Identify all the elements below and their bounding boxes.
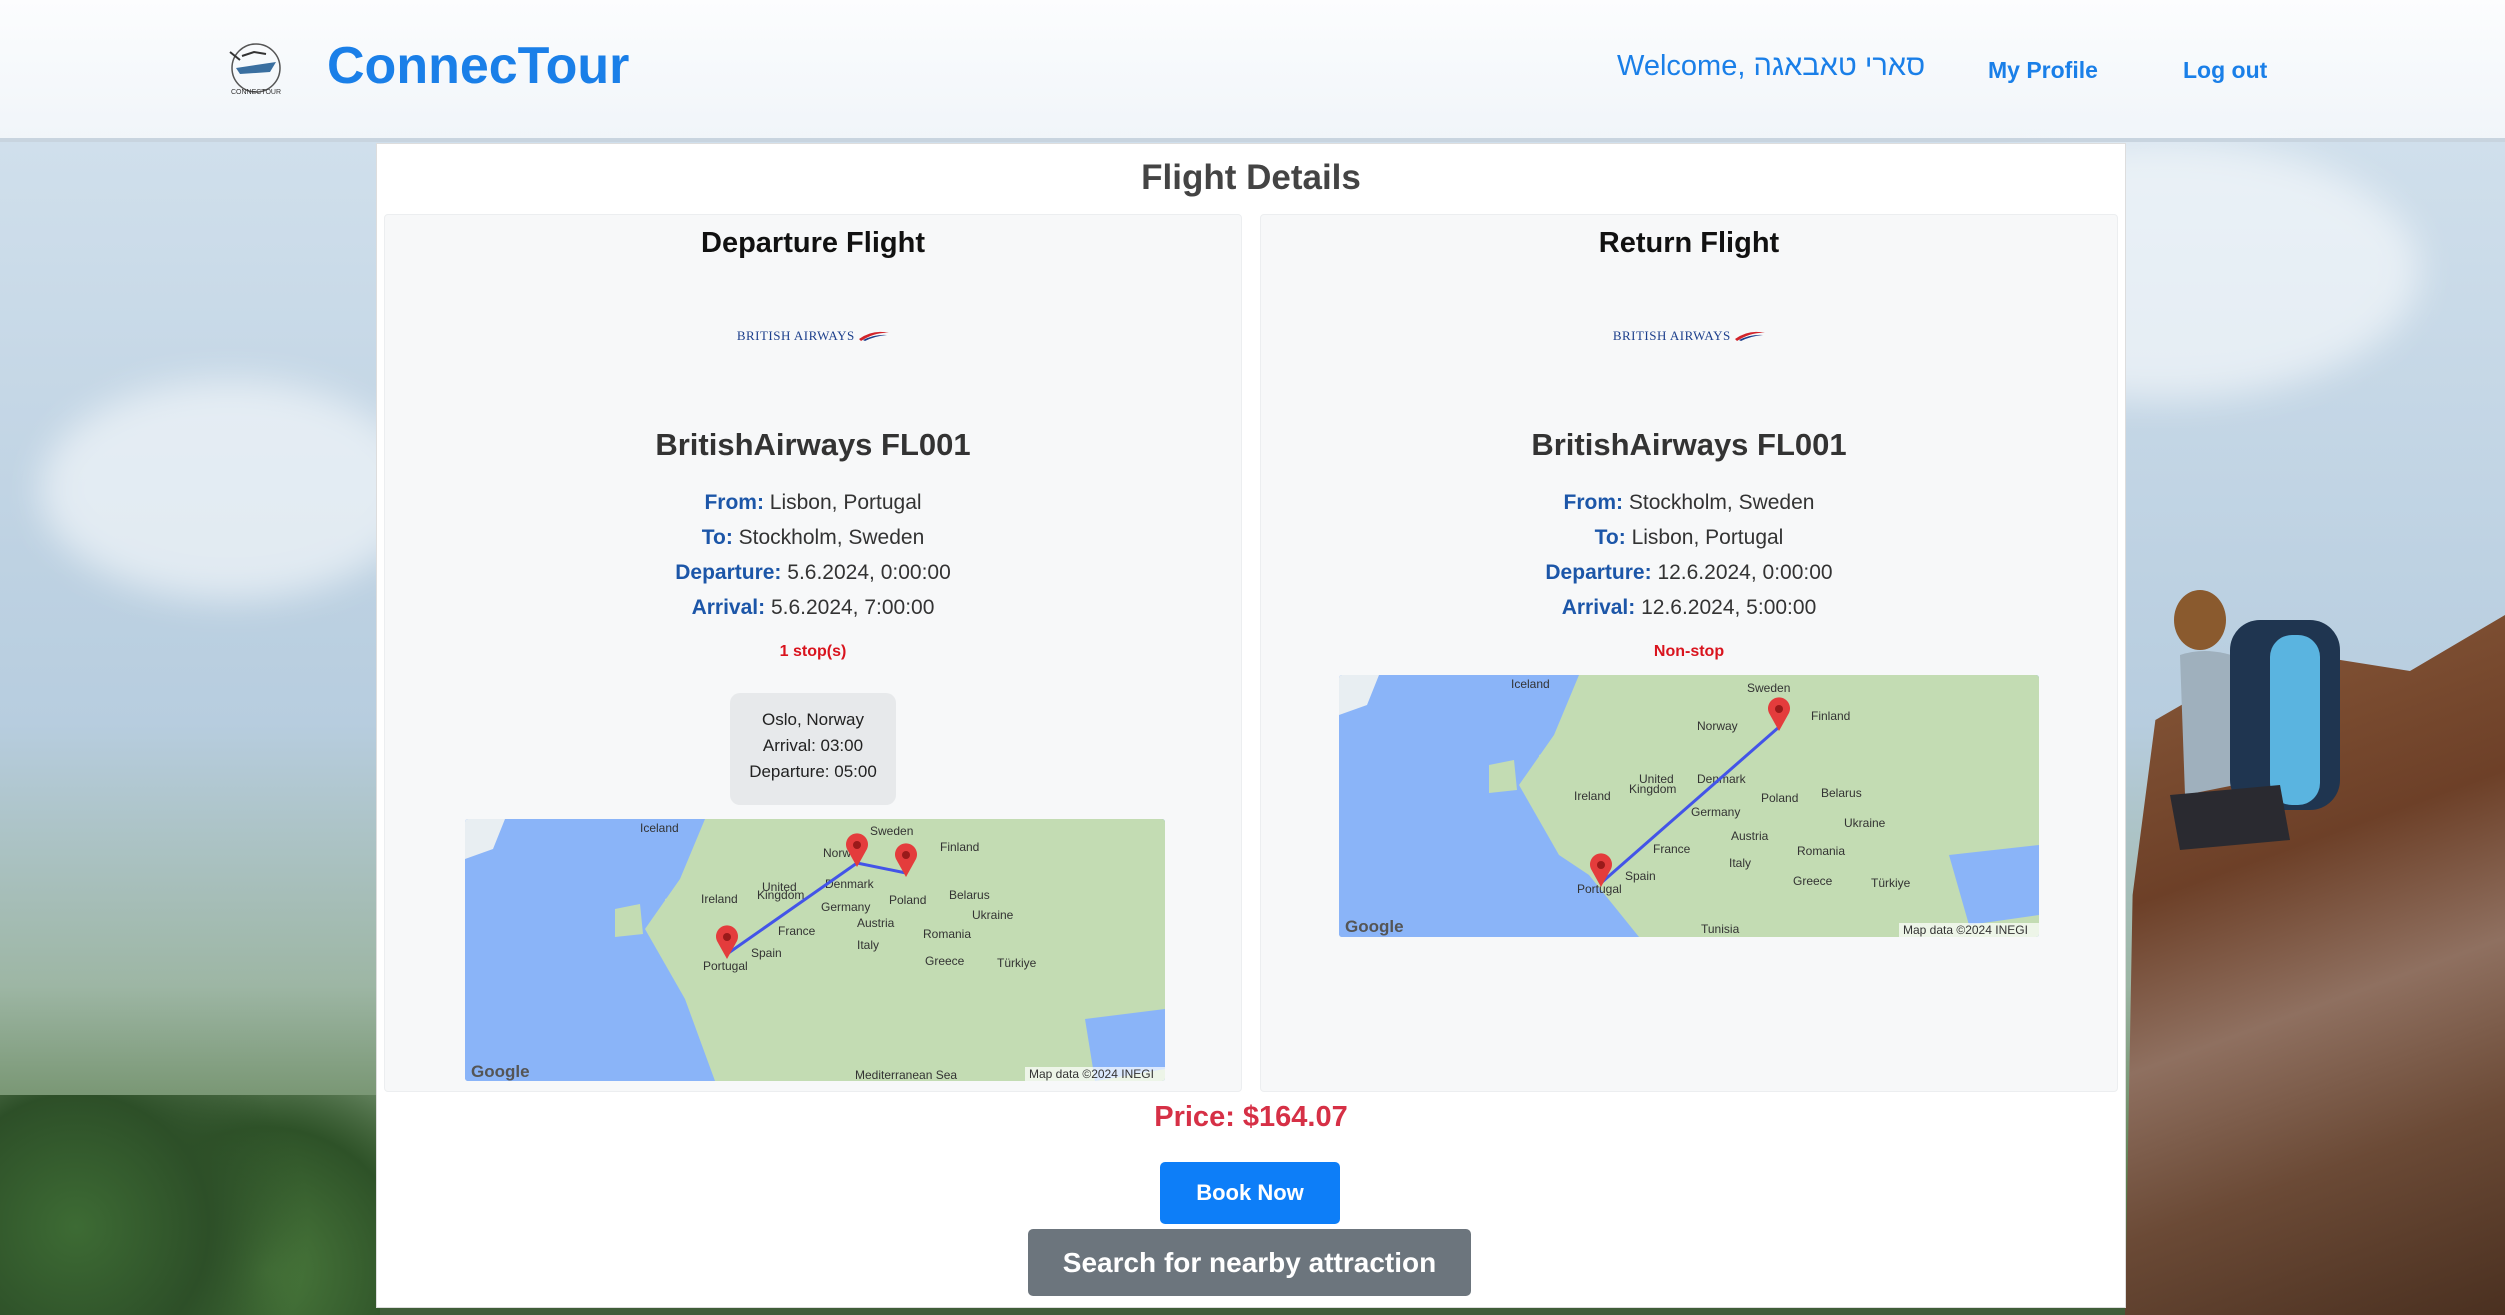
hiker-illustration [2170,590,2340,850]
from-value: Stockholm, Sweden [1628,491,1815,514]
return-flight-card: Return Flight BRITISH AIRWAYS BritishAir… [1260,214,2118,1092]
stops-count: 1 stop(s) [779,643,847,660]
arrival-value: 12.6.2024, 5:00:00 [1641,596,1817,619]
svg-text:CONNECTOUR: CONNECTOUR [231,89,281,96]
departure-route-map[interactable]: Iceland Sweden Finland Norway Denmark Un… [465,819,1165,1081]
speedmarque-icon [1735,331,1766,341]
stop-arrival: Arrival: 03:00 [762,736,864,755]
brand-title[interactable]: ConnecTour [327,36,629,96]
top-header: CONNECTOUR ConnecTour Welcome, סארי טאבא… [0,0,2505,142]
to-label: To: [1594,526,1626,549]
return-route-map[interactable]: Iceland Sweden Finland Norway Denmark Un… [1339,675,2039,937]
svg-text:France: France [778,924,816,938]
svg-text:Türkiye: Türkiye [1871,876,1911,890]
stop-details: Oslo, Norway Arrival: 03:00 Departure: 0… [730,693,896,805]
svg-text:Romania: Romania [923,927,971,941]
background-trees [0,1095,380,1315]
svg-text:Kingdom: Kingdom [757,888,804,902]
airline-logo-text: BRITISH AIRWAYS [1612,328,1731,343]
departure-label: Departure: [675,561,782,584]
svg-text:Ukraine: Ukraine [1844,816,1886,830]
svg-text:Austria: Austria [857,916,895,930]
svg-text:Iceland: Iceland [640,821,679,835]
svg-text:Finland: Finland [940,840,979,854]
total-price: Price: $164.07 [1154,1101,1348,1133]
to-value: Lisbon, Portugal [1631,526,1784,549]
svg-text:Portugal: Portugal [703,959,748,973]
welcome-message: Welcome, סארי טאבאגה [1617,50,1926,82]
svg-text:Norway: Norway [1697,719,1738,733]
to-value: Stockholm, Sweden [738,526,925,549]
page-title: Flight Details [1141,158,1361,197]
departure-value: 5.6.2024, 0:00:00 [787,561,951,584]
svg-text:Austria: Austria [1731,829,1769,843]
from-label: From: [1563,491,1624,514]
card-heading: Departure Flight [701,227,925,259]
airline-logo-text: BRITISH AIRWAYS [736,328,855,343]
svg-text:Türkiye: Türkiye [997,956,1037,970]
book-now-button[interactable]: Book Now [1160,1162,1340,1224]
svg-text:Ukraine: Ukraine [972,908,1014,922]
svg-text:Kingdom: Kingdom [1629,782,1676,796]
search-attractions-button[interactable]: Search for nearby attraction [1028,1229,1471,1296]
svg-text:Poland: Poland [889,893,926,907]
svg-text:Belarus: Belarus [1821,786,1862,800]
flight-name: BritishAirways FL001 [1531,427,1847,462]
arrival-label: Arrival: [1561,596,1636,619]
svg-text:Google: Google [1345,917,1404,936]
departure-flight-card: Departure Flight BRITISH AIRWAYS British… [384,214,1242,1092]
svg-text:Sweden: Sweden [870,824,913,838]
stop-departure: Departure: 05:00 [749,762,877,781]
arrival-value: 5.6.2024, 7:00:00 [770,596,935,619]
svg-text:Italy: Italy [1729,856,1751,870]
svg-text:Sweden: Sweden [1747,681,1790,695]
nav-my-profile[interactable]: My Profile [1988,57,2098,84]
departure-label: Departure: [1545,561,1652,584]
british-airways-logo: BRITISH AIRWAYS [1261,327,2117,345]
background-cloud [40,380,420,600]
svg-text:Belarus: Belarus [949,888,990,902]
flight-details-panel: Flight Details Departure Flight BRITISH … [376,143,2126,1308]
svg-text:Google: Google [471,1062,530,1081]
flight-name: BritishAirways FL001 [655,427,971,462]
svg-text:Greece: Greece [925,954,965,968]
from-value: Lisbon, Portugal [769,491,922,514]
svg-text:Ireland: Ireland [701,892,738,906]
speedmarque-icon [859,331,890,341]
svg-text:Romania: Romania [1797,844,1845,858]
svg-text:Iceland: Iceland [1511,677,1550,691]
svg-text:Portugal: Portugal [1577,882,1622,896]
svg-text:Germany: Germany [1691,805,1740,819]
svg-text:Greece: Greece [1793,874,1833,888]
connectour-logo-icon[interactable]: CONNECTOUR [220,38,292,98]
stop-city: Oslo, Norway [761,710,865,729]
svg-text:Ireland: Ireland [1574,789,1611,803]
svg-text:Map data ©2024 INEGI: Map data ©2024 INEGI [1029,1067,1154,1081]
british-airways-logo: BRITISH AIRWAYS [385,327,1241,345]
svg-text:Spain: Spain [751,946,782,960]
svg-text:France: France [1653,842,1691,856]
flight-info: From: Stockholm, Sweden To: Lisbon, Port… [1261,485,2117,625]
card-heading: Return Flight [1598,227,1780,259]
departure-value: 12.6.2024, 0:00:00 [1657,561,1833,584]
flight-info: From: Lisbon, Portugal To: Stockholm, Sw… [385,485,1241,625]
from-label: From: [704,491,764,514]
svg-text:Map data ©2024 INEGI: Map data ©2024 INEGI [1903,923,2028,937]
nav-log-out[interactable]: Log out [2183,57,2267,84]
svg-text:Spain: Spain [1625,869,1656,883]
svg-text:Finland: Finland [1811,709,1850,723]
svg-text:Italy: Italy [857,938,879,952]
stops-count: Non-stop [1653,643,1725,660]
svg-text:Tunisia: Tunisia [1701,922,1740,936]
arrival-label: Arrival: [691,596,766,619]
svg-text:Mediterranean Sea: Mediterranean Sea [855,1068,957,1081]
svg-text:Poland: Poland [1761,791,1798,805]
svg-text:Germany: Germany [821,900,870,914]
to-label: To: [701,526,733,549]
